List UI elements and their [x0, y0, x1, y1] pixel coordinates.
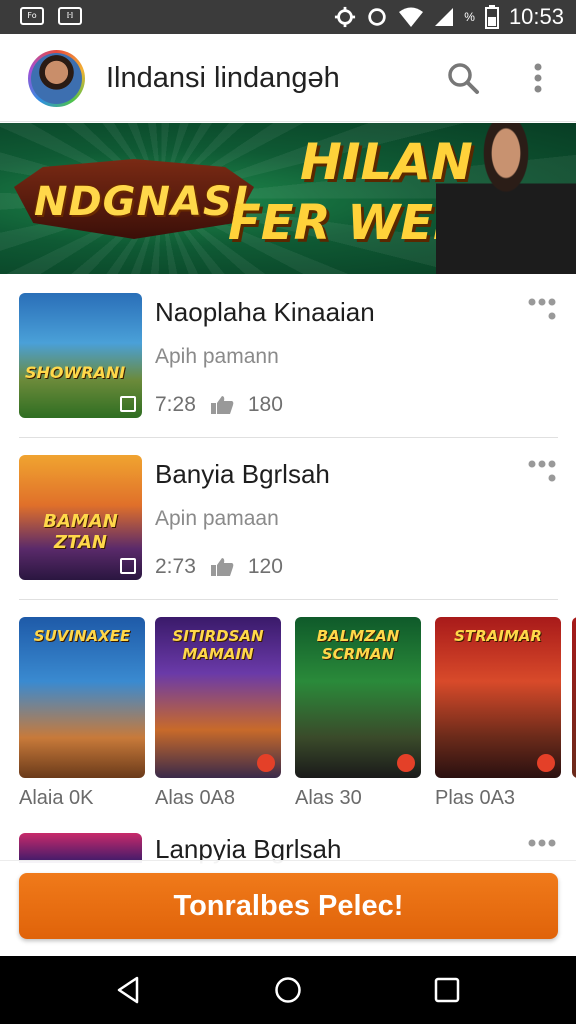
status-bar: Fo ℍ % 10:53 — [0, 0, 576, 34]
thumbs-up-icon — [210, 396, 234, 414]
cta-bar: Tonralbes Pelec! — [0, 860, 576, 956]
card-label: Alaia 0K — [19, 787, 94, 809]
card-thumbnail: SITIRDSAN MAMAIN — [155, 617, 281, 778]
item-duration: 7:28 — [155, 393, 196, 416]
screen: Fo ℍ % 10:53 Ilndansi lindangəh NDGNASI … — [0, 0, 576, 1024]
item-subtitle: Apih pamann — [155, 345, 279, 368]
list-item[interactable]: BAMAN ZTAN Banyia Bgrlsah Apin pamaan 2:… — [19, 455, 559, 580]
divider — [19, 437, 558, 438]
item-meta: 2:73 120 — [155, 555, 283, 579]
gear-icon — [335, 6, 356, 28]
recents-button[interactable] — [425, 968, 469, 1012]
overflow-menu-button[interactable] — [518, 58, 558, 98]
more-horizontal-icon — [528, 460, 556, 482]
play-badge-icon — [397, 754, 415, 772]
thumbnail-title-art: BAMAN ZTAN — [43, 511, 118, 553]
home-button[interactable] — [266, 968, 310, 1012]
recents-icon — [434, 977, 460, 1003]
promo-banner[interactable]: NDGNASI HILAN FER WENIN — [0, 123, 576, 274]
card-thumbnail: STRAIMAR — [435, 617, 561, 778]
app-bar: Ilndansi lindangəh — [0, 34, 576, 122]
banner-person-image — [436, 123, 576, 274]
item-thumbnail — [19, 833, 142, 863]
battery-icon — [484, 5, 499, 29]
card-thumbnail — [572, 617, 576, 778]
card-title-art: STRAIMAR — [454, 627, 542, 645]
search-icon — [448, 63, 479, 94]
thumbnail-badge-icon — [120, 558, 136, 574]
item-subtitle: Apin pamaan — [155, 507, 279, 530]
signal-icon — [435, 8, 454, 26]
card-label: Alas 30 — [295, 787, 362, 809]
sync-icon — [368, 8, 386, 26]
back-button[interactable] — [106, 968, 150, 1012]
card-thumbnail: BALMZAN SCRMAN — [295, 617, 421, 778]
item-likes: 180 — [247, 393, 283, 416]
carousel-card[interactable]: SITIRDSAN MAMAIN Alas 0A8 — [155, 617, 281, 817]
play-badge-icon — [257, 754, 275, 772]
carousel-card-peek[interactable] — [572, 617, 576, 817]
card-label: Plas 0A3 — [435, 787, 516, 809]
item-more-button[interactable] — [527, 297, 559, 327]
item-likes: 120 — [247, 555, 283, 578]
clock: 10:53 — [508, 4, 564, 29]
carousel-card[interactable]: STRAIMAR Plas 0A3 — [435, 617, 561, 817]
carousel-card[interactable]: BALMZAN SCRMAN Alas 30 — [295, 617, 421, 817]
more-horizontal-icon — [528, 298, 556, 320]
more-vertical-icon — [534, 63, 542, 93]
list-item[interactable]: SHOWRANI Naoplaha Kinaaian Apih pamann 7… — [19, 293, 559, 418]
back-icon — [117, 976, 139, 1004]
item-title: Banyia Bgrlsah — [155, 459, 330, 489]
card-thumbnail: SUVINAXEE — [19, 617, 145, 778]
navigation-bar — [0, 956, 576, 1024]
card-label: Alas 0A8 — [155, 787, 236, 809]
video-carousel[interactable]: SUVINAXEE Alaia 0K SITIRDSAN MAMAIN Alas… — [19, 617, 576, 817]
search-button[interactable] — [443, 58, 483, 98]
app-title: Ilndansi lindangəh — [106, 62, 340, 94]
play-badge-icon — [537, 754, 555, 772]
card-title-art: SUVINAXEE — [33, 627, 131, 645]
cta-button[interactable]: Tonralbes Pelec! — [19, 873, 558, 939]
card-title-art: SITIRDSAN MAMAIN — [172, 627, 264, 663]
item-duration: 2:73 — [155, 555, 196, 578]
battery-percent: % — [464, 10, 475, 24]
divider — [19, 599, 558, 600]
item-thumbnail: SHOWRANI — [19, 293, 142, 418]
home-icon — [275, 977, 301, 1003]
carousel-card[interactable]: SUVINAXEE Alaia 0K — [19, 617, 145, 817]
item-title: Naoplaha Kinaaian — [155, 297, 375, 327]
thumbs-up-icon — [210, 558, 234, 576]
thumbnail-title-art: SHOWRANI — [25, 363, 126, 382]
thumbnail-badge-icon — [120, 396, 136, 412]
card-title-art: BALMZAN SCRMAN — [316, 627, 400, 663]
item-thumbnail: BAMAN ZTAN — [19, 455, 142, 580]
status-icons: % 10:53 — [334, 0, 564, 34]
wifi-icon — [399, 7, 424, 27]
notification-icon: Fo — [20, 7, 44, 25]
item-more-button[interactable] — [527, 459, 559, 489]
banner-title-left: NDGNASI — [34, 179, 249, 225]
avatar-image — [31, 53, 82, 104]
notification-icon: ℍ — [58, 7, 82, 25]
item-meta: 7:28 180 — [155, 393, 283, 417]
avatar[interactable] — [28, 50, 85, 107]
